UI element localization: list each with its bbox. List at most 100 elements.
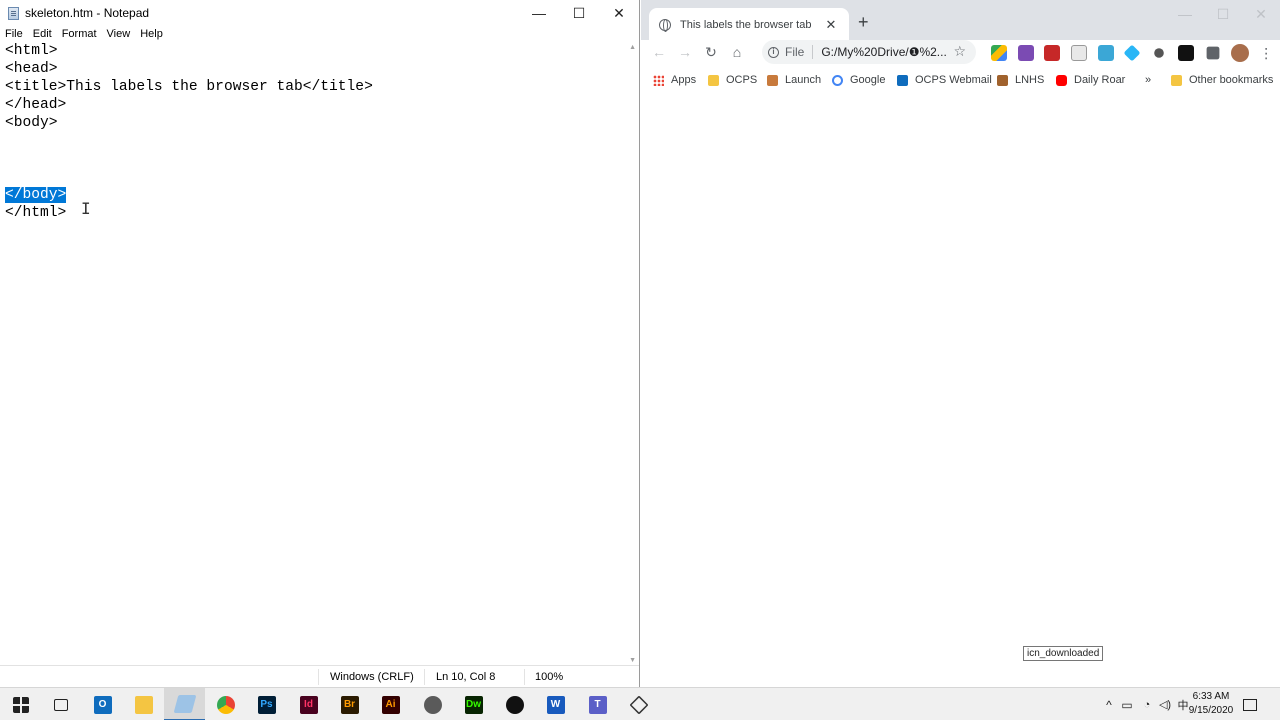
scroll-down-icon[interactable]: ▼ (629, 657, 636, 664)
address-divider (812, 45, 814, 59)
extensions-row: ⋮ (991, 44, 1273, 62)
dreamweaver-icon: Dw (464, 695, 483, 714)
cyan-extension-icon[interactable] (1097, 45, 1114, 61)
bookmark-ocps-webmail[interactable]: OCPS Webmail (897, 74, 992, 86)
menu-file[interactable]: File (5, 28, 23, 40)
tab-close-icon[interactable]: ✕ (821, 17, 841, 33)
gear-icon (423, 695, 442, 714)
bookmark-launch[interactable]: Launch (767, 74, 821, 86)
puzzle-icon[interactable] (1206, 46, 1219, 60)
scroll-up-icon[interactable]: ▲ (629, 44, 636, 51)
globe-icon (659, 19, 671, 32)
bookmark-google[interactable]: Google (832, 74, 885, 86)
play-extension-icon[interactable] (1177, 45, 1194, 61)
volume-icon[interactable]: ◁) (1156, 698, 1174, 711)
taskbar-illustrator[interactable]: Ai (370, 688, 411, 720)
close-button[interactable]: ✕ (1242, 0, 1280, 28)
bridge-icon: Br (340, 695, 359, 714)
bookmark-lnhs[interactable]: LNHS (997, 74, 1044, 86)
menu-help[interactable]: Help (140, 28, 163, 40)
photoshop-icon: Ps (257, 695, 276, 714)
notepad-statusbar: Windows (CRLF) Ln 10, Col 8 100% (0, 665, 639, 687)
browser-tab[interactable]: This labels the browser tab ✕ (649, 8, 849, 42)
drive-extension-icon[interactable] (991, 45, 1007, 61)
vertical-scrollbar[interactable]: ▲ ▼ (627, 42, 639, 666)
taskbar-photoshop[interactable]: Ps (246, 688, 287, 720)
tab-strip: This labels the browser tab ✕ + — ☐ ✕ (641, 0, 1280, 42)
diamond-extension-icon[interactable] (1123, 44, 1141, 62)
maximize-button[interactable]: ☐ (559, 0, 599, 26)
info-icon[interactable]: i (768, 46, 779, 58)
xbox-icon (505, 695, 524, 714)
back-button[interactable]: ← (646, 44, 672, 60)
home-button[interactable]: ⌂ (724, 44, 750, 60)
purple-extension-icon[interactable] (1017, 45, 1034, 61)
bookmark-other[interactable]: Other bookmarks (1171, 74, 1273, 86)
text-cursor-icon: I (81, 199, 91, 218)
circle-extension-icon[interactable] (1154, 48, 1164, 58)
task-view-icon (53, 698, 68, 711)
star-icon[interactable]: ☆ (953, 43, 966, 60)
app-icon (628, 694, 649, 715)
mail-extension-icon[interactable] (1071, 45, 1088, 61)
bookmark-apps[interactable]: Apps (653, 74, 696, 86)
reload-button[interactable]: ↻ (698, 44, 724, 61)
chrome-window-controls: — ☐ ✕ (1166, 0, 1280, 28)
network-icon[interactable]: ▭ (1116, 698, 1138, 712)
notepad-title: skeleton.htm - Notepad (25, 6, 150, 20)
apps-grid-icon (653, 74, 664, 86)
code-line: <head> (5, 61, 58, 77)
menu-view[interactable]: View (107, 28, 131, 40)
page-viewport[interactable]: icn_downloaded (641, 91, 1280, 687)
taskbar-file-explorer[interactable] (123, 688, 164, 720)
notification-center[interactable] (1243, 688, 1257, 720)
bookmark-daily-roar[interactable]: Daily Roar (1056, 74, 1125, 86)
wifi-icon[interactable]: ◔ (1138, 699, 1156, 711)
task-view-button[interactable] (40, 688, 81, 720)
taskbar-clock[interactable]: 6:33 AM 9/15/2020 (1186, 690, 1236, 718)
maximize-button[interactable]: ☐ (1204, 0, 1242, 28)
taskbar-settings[interactable] (412, 688, 453, 720)
taskbar-outlook[interactable]: O (82, 688, 123, 720)
code-line: <html> (5, 43, 58, 59)
close-button[interactable]: ✕ (599, 0, 639, 26)
code-line: <title>This labels the browser tab</titl… (5, 79, 373, 95)
taskbar-notepad[interactable] (164, 688, 205, 720)
taskbar-dreamweaver[interactable]: Dw (453, 688, 494, 720)
taskbar-xbox[interactable] (494, 688, 535, 720)
code-line: </html> (5, 205, 67, 221)
taskbar: O Ps Id Br Ai Dw W T ^ ▭ ◔ ◁) 中 6:33 AM … (0, 687, 1280, 720)
red-extension-icon[interactable] (1044, 45, 1061, 61)
address-bar[interactable]: i File G:/My%20Drive/❶%2... ☆ (762, 40, 976, 64)
folder-icon (1171, 74, 1182, 86)
code-line: <body> (5, 115, 58, 131)
outlook-icon: O (93, 695, 112, 714)
notepad-titlebar[interactable]: skeleton.htm - Notepad — ☐ ✕ (0, 0, 639, 26)
taskbar-chrome[interactable] (205, 688, 246, 720)
menu-format[interactable]: Format (62, 28, 97, 40)
bookmark-ocps[interactable]: OCPS (708, 74, 757, 86)
start-button[interactable] (0, 688, 41, 720)
minimize-button[interactable]: — (1166, 0, 1204, 28)
taskbar-bridge[interactable]: Br (329, 688, 370, 720)
profile-avatar[interactable] (1231, 44, 1250, 62)
taskbar-teams[interactable]: T (577, 688, 618, 720)
bookmarks-overflow[interactable]: » (1145, 74, 1151, 86)
chevron-up-icon[interactable]: ^ (1102, 698, 1116, 712)
youtube-icon (1056, 74, 1067, 86)
kebab-icon[interactable]: ⋮ (1259, 45, 1273, 62)
folder-icon (134, 695, 153, 714)
chrome-toolbar: ← → ↻ ⌂ i File G:/My%20Drive/❶%2... ☆ ⋮ (641, 40, 1280, 64)
menu-edit[interactable]: Edit (33, 28, 52, 40)
forward-button[interactable]: → (672, 44, 698, 60)
taskbar-app[interactable] (618, 688, 659, 720)
minimize-button[interactable]: — (519, 0, 559, 26)
new-tab-button[interactable]: + (858, 12, 869, 33)
taskbar-indesign[interactable]: Id (288, 688, 329, 720)
notepad-text-area[interactable]: <html> <head> <title>This labels the bro… (0, 42, 626, 664)
code-line: </head> (5, 97, 67, 113)
taskbar-word[interactable]: W (535, 688, 576, 720)
system-tray: ^ ▭ ◔ ◁) 中 (1102, 688, 1192, 720)
text-selection: </body> (5, 187, 67, 203)
google-icon (832, 74, 843, 86)
